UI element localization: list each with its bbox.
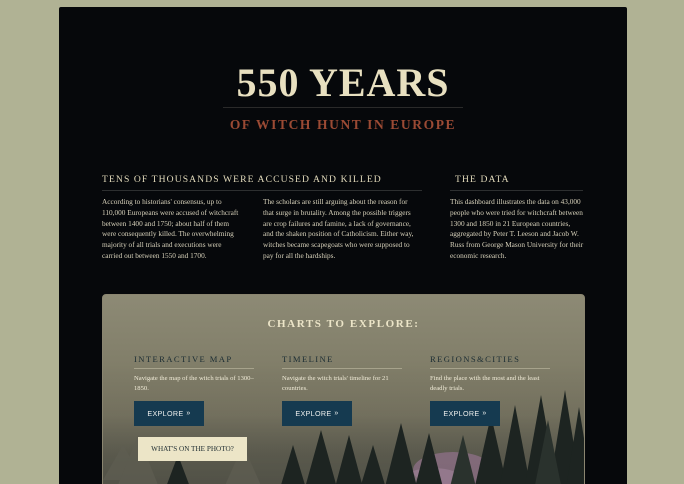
data-paragraph: This dashboard illustrates the data on 4… <box>450 197 584 260</box>
explore-regions-button[interactable]: EXPLORE » <box>430 401 500 426</box>
whats-on-photo-button[interactable]: WHAT'S ON THE PHOTO? <box>138 437 247 461</box>
explore-button-label: EXPLORE <box>295 409 332 418</box>
card-text-regions: Find the place with the most and the lea… <box>430 375 540 392</box>
card-text-timeline: Navigate the witch trials' timeline for … <box>282 375 389 392</box>
title-divider <box>223 107 463 108</box>
dashboard-panel: 550 YEARS OF WITCH HUNT IN EUROPE TENS O… <box>59 7 627 484</box>
explore-timeline-button[interactable]: EXPLORE » <box>282 401 352 426</box>
intro-divider <box>102 190 422 191</box>
explore-button-label: EXPLORE <box>147 409 184 418</box>
double-chevron-down-icon: » <box>186 410 191 417</box>
intro-paragraph-2: The scholars are still arguing about the… <box>263 197 414 260</box>
card-heading-timeline: TIMELINE <box>282 354 334 364</box>
charts-explore-box: CHARTS TO EXPLORE: INTERACTIVE MAP Navig… <box>102 294 585 484</box>
double-chevron-down-icon: » <box>334 410 339 417</box>
page-subtitle: OF WITCH HUNT IN EUROPE <box>229 117 457 132</box>
card-divider <box>430 368 550 369</box>
data-divider <box>450 190 583 191</box>
page-title: 550 YEARS <box>236 60 450 105</box>
card-divider <box>134 368 254 369</box>
explore-map-button[interactable]: EXPLORE » <box>134 401 204 426</box>
explore-button-label: EXPLORE <box>443 409 480 418</box>
card-heading-map: INTERACTIVE MAP <box>134 354 233 364</box>
card-divider <box>282 368 402 369</box>
double-chevron-down-icon: » <box>482 410 487 417</box>
intro-paragraph-1: According to historians' consensus, up t… <box>102 197 239 260</box>
card-text-map: Navigate the map of the witch trials of … <box>134 375 254 392</box>
intro-heading: TENS OF THOUSANDS WERE ACCUSED AND KILLE… <box>102 174 382 185</box>
card-heading-regions: REGIONS&CITIES <box>430 354 521 364</box>
data-heading: THE DATA <box>455 174 510 185</box>
explore-title: CHARTS TO EXPLORE: <box>267 318 420 330</box>
